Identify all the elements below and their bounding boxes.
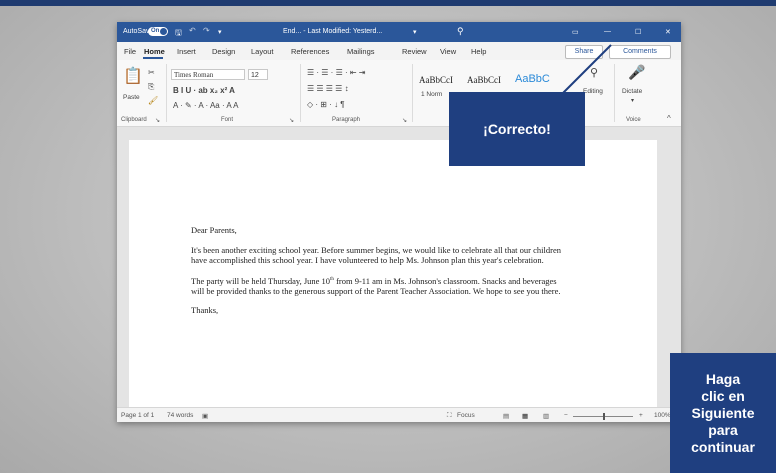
next-line-5: continuar (691, 438, 755, 455)
feedback-callout: ¡Correcto! (449, 92, 585, 166)
next-line-3: Siguiente (691, 404, 755, 421)
next-instruction-box: Haga clic en Siguiente para continuar (670, 353, 776, 473)
next-line-1: Haga (705, 370, 741, 387)
next-line-2: clic en (701, 387, 745, 404)
callout-pointer-line (561, 44, 612, 95)
callout-text: ¡Correcto! (483, 121, 551, 137)
next-line-4: para (708, 421, 738, 438)
